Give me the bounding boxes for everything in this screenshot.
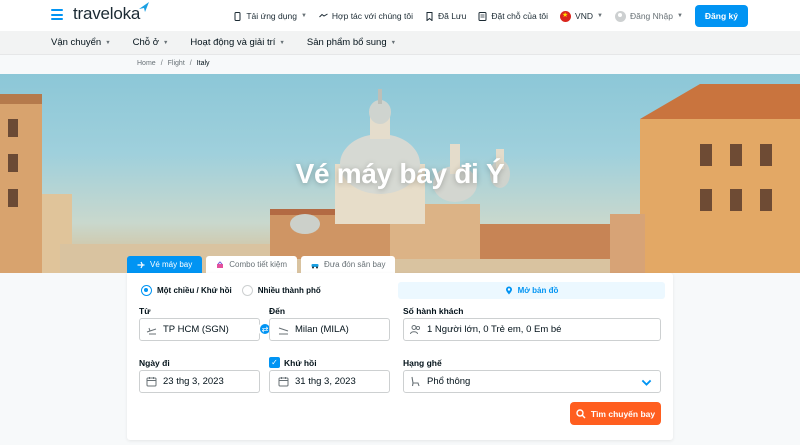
from-label: Từ — [139, 306, 151, 316]
tab-flights[interactable]: Vé máy bay — [127, 256, 203, 273]
car-icon — [311, 263, 319, 268]
page-title: Vé máy bay đi Ý — [295, 158, 505, 189]
saved-link[interactable]: Đã Lưu — [425, 11, 466, 21]
flight-search-panel: Một chiều / Khứ hồi Nhiều thành phố Mở b… — [127, 273, 673, 440]
top-header: traveloka Tải ứng dụng ▼ Hợp tác với chún… — [0, 0, 800, 31]
trip-type-oneway-roundtrip[interactable]: Một chiều / Khứ hồi — [141, 285, 232, 296]
chevron-down-icon: ▼ — [390, 39, 397, 46]
return-toggle[interactable]: ✓ Khứ hồi — [269, 357, 317, 368]
logo-bird-icon — [139, 2, 149, 12]
seat-icon — [411, 376, 420, 387]
passengers-icon — [410, 325, 421, 335]
product-tabs: Vé máy bay Combo tiết kiệm Đưa đón sân b… — [127, 256, 396, 273]
login-button[interactable]: Đăng Nhập ▼ — [614, 10, 683, 22]
map-pin-icon — [505, 286, 512, 295]
chevron-down-icon: ▼ — [300, 13, 307, 19]
search-icon — [576, 408, 586, 418]
tab-airport-transfer[interactable]: Đưa đón sân bay — [301, 256, 396, 273]
passengers-label: Số hành khách — [403, 306, 464, 316]
search-flights-button[interactable]: Tìm chuyến bay — [570, 402, 661, 425]
landing-icon — [278, 327, 289, 335]
seat-class-select[interactable]: Phổ thông — [403, 370, 661, 393]
open-map-button[interactable]: Mở bản đồ — [398, 282, 665, 299]
bookmark-icon — [426, 11, 433, 21]
passengers-field[interactable]: 1 Người lớn, 0 Trẻ em, 0 Em bé — [403, 318, 661, 341]
radio-selected-icon — [141, 285, 152, 296]
combo-icon — [217, 260, 224, 268]
from-field[interactable]: TP HCM (SGN) — [139, 318, 260, 341]
vietnam-flag-icon — [560, 10, 572, 22]
user-avatar-icon — [614, 10, 626, 22]
nav-item-activities[interactable]: Hoạt động và giải trí ▼ — [190, 37, 284, 48]
to-field[interactable]: Milan (MILA) — [269, 318, 390, 341]
traveloka-logo[interactable]: traveloka — [73, 4, 140, 24]
chevron-down-icon: ▼ — [162, 39, 169, 46]
trip-type-multi-city[interactable]: Nhiều thành phố — [241, 285, 321, 296]
chevron-down-icon: ▼ — [676, 13, 683, 19]
hero-banner: Vé máy bay đi Ý — [0, 74, 800, 273]
currency-selector[interactable]: VND▼ — [560, 10, 603, 22]
chevron-down-icon — [641, 379, 652, 386]
breadcrumb: Home / Flight / Italy — [137, 60, 210, 67]
phone-icon — [234, 11, 241, 21]
swap-icon: ⇄ — [261, 324, 269, 334]
takeoff-icon — [146, 327, 157, 335]
breadcrumb-home[interactable]: Home — [137, 60, 156, 67]
radio-unselected-icon — [241, 285, 253, 296]
menu-icon[interactable] — [51, 9, 63, 20]
download-app-link[interactable]: Tải ứng dụng ▼ — [233, 11, 307, 21]
calendar-icon — [278, 377, 289, 387]
depart-date-label: Ngày đi — [139, 358, 170, 368]
airplane-icon — [137, 261, 145, 268]
register-button[interactable]: Đăng ký — [694, 5, 748, 27]
partner-link[interactable]: Hợp tác với chúng tôi — [319, 11, 413, 21]
to-label: Đến — [269, 306, 286, 316]
handshake-icon — [319, 13, 328, 17]
my-bookings-link[interactable]: Đặt chỗ của tôi — [478, 11, 548, 21]
booking-list-icon — [478, 11, 487, 21]
return-date-field[interactable]: 31 thg 3, 2023 — [269, 370, 390, 393]
breadcrumb-current: Italy — [196, 60, 210, 67]
nav-item-transport[interactable]: Vận chuyển ▼ — [51, 37, 111, 48]
nav-item-addons[interactable]: Sản phẩm bổ sung ▼ — [307, 37, 396, 48]
breadcrumb-flight[interactable]: Flight — [168, 60, 185, 67]
chevron-down-icon: ▼ — [279, 39, 285, 46]
nav-item-stay[interactable]: Chỗ ở ▼ — [133, 37, 169, 48]
product-nav: Vận chuyển ▼ Chỗ ở ▼ Hoạt động và giải trí… — [0, 31, 800, 55]
checkbox-checked-icon: ✓ — [269, 357, 280, 368]
calendar-icon — [146, 377, 157, 387]
tab-combo[interactable]: Combo tiết kiệm — [206, 256, 298, 273]
seat-class-label: Hạng ghế — [403, 358, 442, 368]
depart-date-field[interactable]: 23 thg 3, 2023 — [139, 370, 260, 393]
chevron-down-icon: ▼ — [105, 39, 111, 46]
chevron-down-icon: ▼ — [597, 13, 603, 19]
